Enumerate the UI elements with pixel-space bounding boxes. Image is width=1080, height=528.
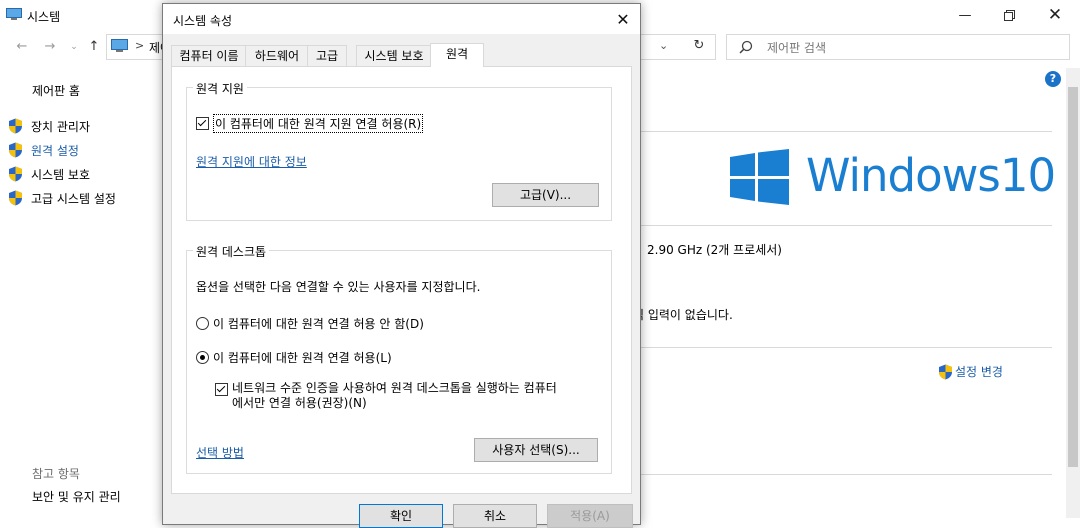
cancel-button[interactable]: 취소 <box>453 504 537 528</box>
recent-dropdown-icon[interactable]: ⌄ <box>64 38 84 56</box>
help-me-choose-link[interactable]: 선택 방법 <box>196 444 244 461</box>
forward-arrow-icon[interactable]: → <box>40 38 60 56</box>
search-icon <box>739 40 753 54</box>
tab-computer-name[interactable]: 컴퓨터 이름 <box>171 45 247 66</box>
sidebar-item-remote-settings[interactable]: 원격 설정 <box>8 141 79 159</box>
remote-desktop-title: 원격 데스크톱 <box>193 243 270 260</box>
allow-remote-radio[interactable]: 이 컴퓨터에 대한 원격 연결 허용(L) <box>196 349 392 366</box>
ok-button[interactable]: 확인 <box>359 504 443 528</box>
dialog-close-button[interactable]: ✕ <box>611 9 635 31</box>
nla-label-line1: 네트워크 수준 인증을 사용하여 원격 데스크톱을 실행하는 컴퓨터 <box>232 381 557 395</box>
pen-touch-info: 식 입력이 없습니다. <box>633 308 733 322</box>
help-icon[interactable]: ? <box>1045 71 1061 87</box>
shield-icon <box>9 118 22 134</box>
sidebar-item-system-protection[interactable]: 시스템 보호 <box>8 165 90 183</box>
checkbox-label: 이 컴퓨터에 대한 원격 지원 연결 허용(R) <box>213 114 424 133</box>
allow-remote-assistance-checkbox[interactable]: 이 컴퓨터에 대한 원격 지원 연결 허용(R) <box>196 114 424 133</box>
remote-assistance-info-link[interactable]: 원격 지원에 대한 정보 <box>196 153 307 170</box>
refresh-icon[interactable]: ↻ <box>688 38 710 56</box>
shield-icon <box>9 190 22 206</box>
nla-label-line2: 에서만 연결 허용(권장)(N) <box>232 396 367 410</box>
dialog-titlebar: 시스템 속성 ✕ <box>163 4 640 34</box>
windows-logo-text: Windows10 <box>806 149 1056 202</box>
radio-button[interactable] <box>196 351 209 364</box>
tab-hardware[interactable]: 하드웨어 <box>245 45 309 66</box>
chevron-right-icon: > <box>135 39 145 52</box>
remote-desktop-group: 원격 데스크톱 옵션을 선택한 다음 연결할 수 있는 사용자를 지정합니다. … <box>186 243 612 474</box>
security-maintenance-link[interactable]: 보안 및 유지 관리 <box>32 488 121 505</box>
close-button[interactable]: ✕ <box>1040 4 1070 26</box>
divider <box>640 131 1052 132</box>
sidebar-item-label: 시스템 보호 <box>31 167 91 182</box>
sidebar-item-label: 고급 시스템 설정 <box>31 191 116 206</box>
dialog-title: 시스템 속성 <box>173 14 233 28</box>
radio-label: 이 컴퓨터에 대한 원격 연결 허용 안 함(D) <box>213 317 424 331</box>
tab-remote[interactable]: 원격 <box>430 43 484 67</box>
windows-logo-icon <box>730 149 789 205</box>
system-properties-dialog: 시스템 속성 ✕ 컴퓨터 이름 하드웨어 고급 시스템 보호 원격 원격 지원 … <box>162 3 641 528</box>
change-settings-label: 설정 변경 <box>955 365 1003 379</box>
select-users-button[interactable]: 사용자 선택(S)... <box>474 438 598 462</box>
control-panel-icon <box>111 39 128 52</box>
remote-assistance-title: 원격 지원 <box>193 80 247 97</box>
divider <box>640 225 1052 226</box>
remote-desktop-description: 옵션을 선택한 다음 연결할 수 있는 사용자를 지정합니다. <box>196 280 481 294</box>
back-arrow-icon[interactable]: ← <box>12 38 32 56</box>
tab-advanced[interactable]: 고급 <box>307 45 347 66</box>
advanced-button[interactable]: 고급(V)... <box>492 183 599 207</box>
radio-label: 이 컴퓨터에 대한 원격 연결 허용(L) <box>213 351 392 365</box>
search-input[interactable]: 제어판 검색 <box>726 34 1070 60</box>
disallow-remote-radio[interactable]: 이 컴퓨터에 대한 원격 연결 허용 안 함(D) <box>196 315 424 332</box>
minimize-button[interactable]: — <box>950 4 980 26</box>
nla-only-checkbox[interactable]: 네트워크 수준 인증을 사용하여 원격 데스크톱을 실행하는 컴퓨터 에서만 연… <box>215 381 557 411</box>
apply-button[interactable]: 적용(A) <box>547 504 633 528</box>
computer-icon <box>6 8 22 20</box>
control-panel-home-link[interactable]: 제어판 홈 <box>32 82 80 99</box>
radio-button[interactable] <box>196 317 209 330</box>
up-arrow-icon[interactable]: ↑ <box>84 38 104 56</box>
change-settings-link[interactable]: 설정 변경 <box>938 363 1003 380</box>
sidebar-item-label: 원격 설정 <box>31 143 79 158</box>
checkbox-box[interactable] <box>196 117 209 130</box>
window-title: 시스템 <box>27 10 61 24</box>
checkbox-box[interactable] <box>215 383 228 396</box>
sidebar-item-label: 장치 관리자 <box>31 119 91 134</box>
sidebar-item-device-manager[interactable]: 장치 관리자 <box>8 117 90 135</box>
processor-info: 2.90 GHz (2개 프로세서) <box>647 243 782 257</box>
scrollbar-thumb[interactable] <box>1068 87 1078 467</box>
divider <box>640 347 1052 348</box>
see-also-heading: 참고 항목 <box>32 467 80 481</box>
restore-icon <box>1003 9 1015 21</box>
shield-icon <box>9 142 22 158</box>
remote-assistance-group: 원격 지원 이 컴퓨터에 대한 원격 지원 연결 허용(R) 원격 지원에 대한… <box>186 80 612 221</box>
maximize-button[interactable] <box>994 4 1024 26</box>
search-placeholder: 제어판 검색 <box>767 41 827 55</box>
sidebar-item-advanced-settings[interactable]: 고급 시스템 설정 <box>8 189 116 207</box>
shield-icon <box>9 166 22 182</box>
shield-icon <box>939 364 952 379</box>
chevron-down-icon[interactable]: ⌄ <box>659 39 668 52</box>
tab-system-protection[interactable]: 시스템 보호 <box>356 45 432 66</box>
divider <box>640 474 1052 475</box>
remote-tab-panel: 원격 지원 이 컴퓨터에 대한 원격 지원 연결 허용(R) 원격 지원에 대한… <box>171 66 632 494</box>
